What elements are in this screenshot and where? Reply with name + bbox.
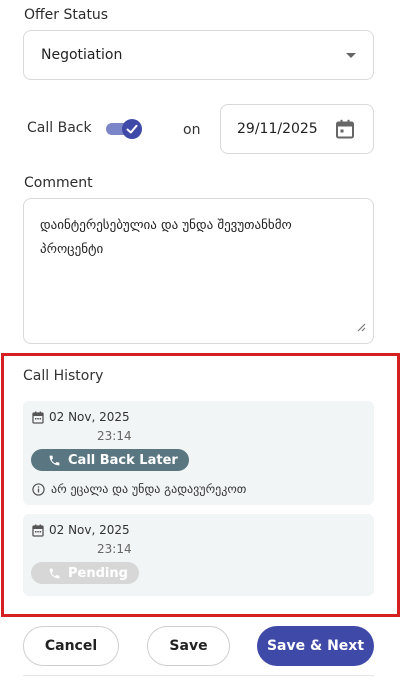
entry-note-text: არ ეცალა და უნდა გადავურეკოთ [51,482,247,496]
toggle-knob [122,119,142,139]
calendar-icon [32,524,44,537]
entry-time: 23:14 [97,429,132,443]
callback-date-input[interactable]: 29/11/2025 [220,104,374,154]
offer-status-label: Offer Status [24,7,109,23]
comment-text: დაინტერესებულია და უნდა შევუთანხმო პროცე… [40,218,292,257]
history-entry: 02 Nov, 2025 23:14 Pending [23,514,374,596]
phone-icon [49,455,60,465]
entry-date-row: 02 Nov, 2025 [32,523,130,537]
save-button[interactable]: Save [147,626,230,666]
callback-date-value: 29/11/2025 [237,121,318,137]
status-label: Call Back Later [68,452,178,468]
call-history-title: Call History [23,368,104,384]
comment-label: Comment [24,175,93,191]
callback-on-label: on [183,122,201,138]
callback-toggle[interactable] [106,119,142,139]
entry-time: 23:14 [97,542,132,556]
save-next-button[interactable]: Save & Next [257,626,374,666]
entry-date-row: 02 Nov, 2025 [32,410,130,424]
divider [23,675,374,676]
offer-status-value: Negotiation [41,47,123,63]
offer-status-select[interactable]: Negotiation [23,30,374,80]
entry-note: არ ეცალა და უნდა გადავურეკოთ [32,482,246,496]
status-badge: Call Back Later [31,449,189,471]
entry-date: 02 Nov, 2025 [49,410,130,424]
phone-icon [49,568,60,578]
cancel-button[interactable]: Cancel [23,626,119,666]
history-entry: 02 Nov, 2025 23:14 Call Back Later არ ეც… [23,401,374,505]
info-icon [32,482,45,496]
resize-grip-icon[interactable] [357,317,366,336]
calendar-icon [32,411,44,424]
callback-label: Call Back [27,120,92,136]
status-label: Pending [68,565,128,581]
status-badge: Pending [31,562,139,584]
entry-date: 02 Nov, 2025 [49,523,130,537]
comment-textarea[interactable]: დაინტერესებულია და უნდა შევუთანხმო პროცე… [23,198,374,344]
calendar-icon[interactable] [335,119,355,144]
check-icon [126,124,138,134]
chevron-down-icon [346,53,356,58]
